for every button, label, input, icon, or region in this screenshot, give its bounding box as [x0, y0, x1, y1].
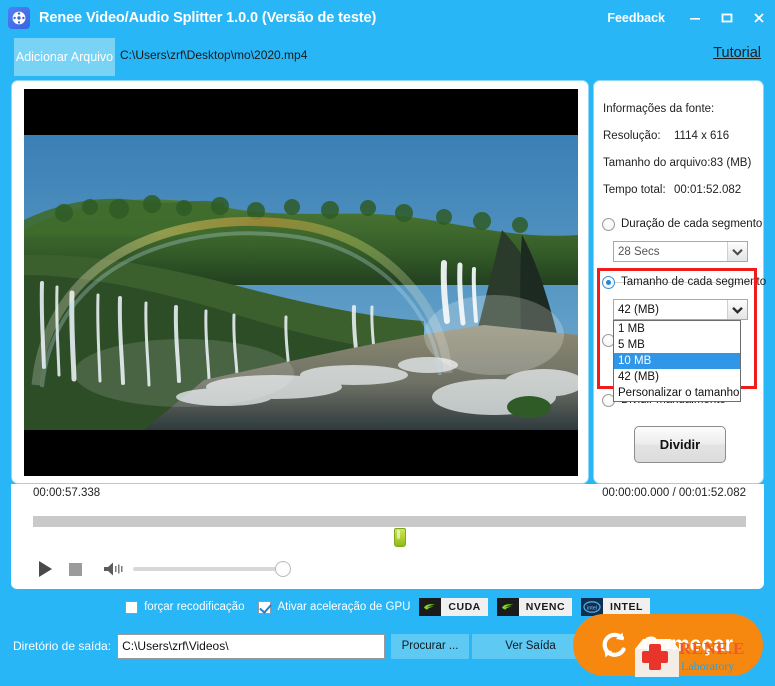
video-preview-panel[interactable]	[11, 80, 589, 484]
dropdown-item[interactable]: 1 MB	[614, 321, 740, 337]
maximize-icon[interactable]	[711, 0, 743, 36]
dropdown-item[interactable]: Personalizar o tamanho	[614, 385, 740, 401]
tutorial-link[interactable]: Tutorial	[713, 45, 761, 61]
split-button[interactable]: Dividir	[634, 426, 726, 463]
gpu-badge-nvenc-label: NVENC	[518, 598, 573, 616]
duration-value: 00:01:52.082	[674, 184, 742, 196]
gpu-accel-checkbox[interactable]	[258, 600, 272, 614]
duration-combo[interactable]: 28 Secs	[613, 241, 748, 262]
minimize-icon[interactable]	[679, 0, 711, 36]
svg-text:intel: intel	[587, 605, 597, 611]
radio-duration-label: Duração de cada segmento	[621, 218, 763, 230]
volume-slider[interactable]	[133, 561, 291, 577]
video-letterbox	[24, 89, 578, 476]
force-recode-checkbox[interactable]	[125, 600, 139, 614]
seek-marker-handle[interactable]	[394, 528, 406, 547]
start-button-label: Começar	[643, 633, 733, 656]
app-title: Renee Video/Audio Splitter 1.0.0 (Versão…	[39, 10, 377, 26]
dropdown-item[interactable]: 5 MB	[614, 337, 740, 353]
resolution-label: Resolução:	[603, 130, 661, 142]
stop-icon[interactable]	[63, 558, 87, 580]
radio-size-label: Tamanho de cada segmento	[621, 276, 767, 288]
gpu-badge-cuda-label: CUDA	[441, 598, 488, 616]
gpu-accel-label: Ativar aceleração de GPU	[277, 601, 411, 613]
radio-size-indicator	[602, 276, 615, 289]
toolbar: Adicionar Arquivo C:\Users\zrf\Desktop\m…	[0, 36, 775, 80]
position-total-label: 00:00:00.000 / 00:01:52.082	[602, 487, 746, 499]
close-icon[interactable]	[743, 0, 775, 36]
timeline-panel: 00:00:57.338 00:00:00.000 / 00:01:52.082	[11, 484, 764, 589]
player-controls	[33, 558, 291, 580]
radio-size-per-segment[interactable]: Tamanho de cada segmento	[602, 276, 766, 289]
nvidia-icon	[496, 598, 519, 616]
filesize-label: Tamanho do arquivo:83 (MB)	[603, 157, 752, 169]
volume-icon[interactable]	[103, 558, 129, 580]
output-directory-label: Diretório de saída:	[13, 639, 112, 653]
refresh-circular-icon	[597, 628, 631, 662]
size-dropdown-list[interactable]: 1 MB 5 MB 10 MB 42 (MB) Personalizar o t…	[613, 320, 741, 402]
film-reel-icon	[8, 7, 30, 29]
resolution-value: 1114 x 616	[674, 130, 730, 142]
radio-duration-indicator	[602, 218, 615, 231]
size-combo-value: 42 (MB)	[618, 303, 659, 316]
add-file-button[interactable]: Adicionar Arquivo	[14, 38, 115, 76]
radio-duration-per-segment[interactable]: Duração de cada segmento	[602, 218, 762, 231]
gpu-badge-cuda: CUDA	[419, 598, 488, 616]
duration-combo-value: 28 Secs	[618, 245, 660, 258]
duration-label: Tempo total:	[603, 184, 666, 196]
nvidia-icon	[419, 598, 442, 616]
play-icon[interactable]	[33, 558, 57, 580]
dropdown-item[interactable]: 42 (MB)	[614, 369, 740, 385]
start-button[interactable]: Começar	[573, 614, 763, 676]
output-path-input[interactable]: C:\Users\zrf\Videos\	[117, 633, 386, 659]
feedback-button[interactable]: Feedback	[593, 11, 679, 25]
title-bar: Renee Video/Audio Splitter 1.0.0 (Versão…	[0, 0, 775, 36]
seek-bar[interactable]	[33, 516, 746, 527]
gpu-badge-nvenc: NVENC	[496, 598, 573, 616]
chevron-down-icon	[727, 242, 747, 261]
browse-button[interactable]: Procurar ...	[391, 633, 470, 659]
force-recode-label: forçar recodificação	[144, 601, 245, 613]
video-frame-image	[24, 135, 578, 430]
current-time-label: 00:00:57.338	[33, 487, 101, 499]
volume-slider-knob[interactable]	[275, 561, 291, 577]
chevron-down-icon	[727, 300, 747, 319]
view-output-button[interactable]: Ver Saída	[472, 633, 590, 659]
file-path-text: C:\Users\zrf\Desktop\mo\2020.mp4	[120, 48, 308, 62]
size-combo[interactable]: 42 (MB)	[613, 299, 748, 320]
app-window: Renee Video/Audio Splitter 1.0.0 (Versão…	[0, 0, 775, 686]
window-controls: Feedback	[593, 0, 775, 36]
dropdown-item-selected[interactable]: 10 MB	[614, 353, 740, 369]
settings-panel: Informações da fonte: Resolução: 1114 x …	[593, 80, 766, 484]
source-info-heading: Informações da fonte:	[603, 103, 715, 115]
